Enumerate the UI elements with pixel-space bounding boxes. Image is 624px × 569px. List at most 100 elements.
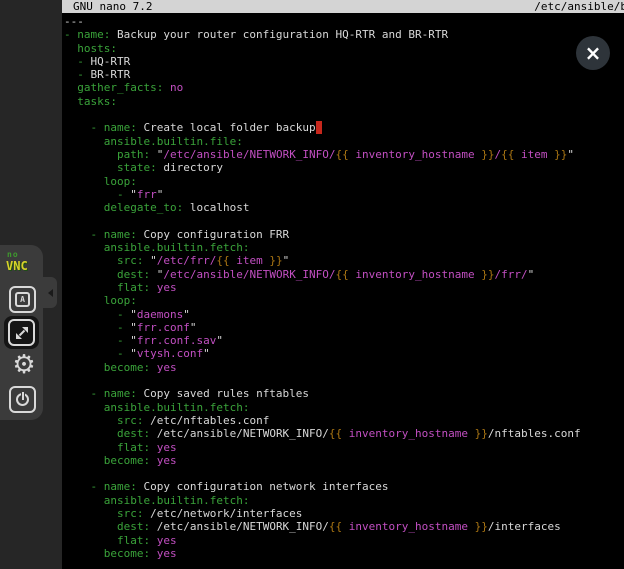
code-segment: daemons (137, 308, 183, 321)
vnc-sidebar-strip: no VNC A ⚙ (0, 0, 62, 569)
code-segment: }} (475, 520, 488, 533)
code-segment: /interfaces (488, 520, 561, 533)
code-segment (64, 454, 104, 467)
settings-button[interactable]: ⚙ (9, 350, 39, 380)
code-segment (64, 161, 117, 174)
power-button[interactable] (9, 386, 36, 413)
code-segment: inventory_hostname (349, 268, 481, 281)
editor-line: src: "/etc/frr/{{ item }}" (64, 254, 624, 267)
code-segment (64, 175, 104, 188)
editor-line: delegate_to: localhost (64, 201, 624, 214)
editor-line: - name: Copy configuration FRR (64, 228, 624, 241)
code-segment (64, 254, 117, 267)
code-segment: - (77, 68, 90, 81)
editor-line: become: yes (64, 454, 624, 467)
code-segment: /frr/ (495, 268, 528, 281)
editor-line: - "frr.conf.sav" (64, 334, 624, 347)
code-segment: /etc/frr/ (157, 254, 217, 267)
code-segment: " (150, 148, 163, 161)
code-segment: Copy configuration network interfaces (137, 480, 389, 493)
code-segment: yes (157, 361, 177, 374)
editor-line: hosts: (64, 42, 624, 55)
code-segment: " (130, 308, 137, 321)
vnc-terminal-screen[interactable]: GNU nano 7.2 /etc/ansible/b ---- name: B… (62, 0, 624, 569)
editor-line: dest: "/etc/ansible/NETWORK_INFO/{{ inve… (64, 268, 624, 281)
novnc-logo: no VNC (6, 250, 28, 273)
keyboard-a-icon: A (15, 292, 30, 307)
code-segment (64, 387, 91, 400)
code-segment: " (567, 148, 574, 161)
code-segment: }} (481, 148, 494, 161)
code-segment: yes (157, 441, 177, 454)
code-segment: frr.conf.sav (137, 334, 216, 347)
code-segment: {{ (329, 427, 342, 440)
code-segment: {{ (216, 254, 229, 267)
code-segment: {{ (501, 148, 514, 161)
code-segment: flat: (117, 441, 150, 454)
code-segment: - name: (91, 387, 137, 400)
code-segment (64, 135, 104, 148)
code-segment (64, 401, 104, 414)
code-segment (64, 95, 77, 108)
code-segment: }} (554, 148, 567, 161)
code-segment: Copy saved rules nftables (137, 387, 309, 400)
novnc-logo-no: no (7, 250, 28, 259)
code-segment (150, 281, 157, 294)
code-segment: yes (157, 281, 177, 294)
code-segment (64, 321, 117, 334)
editor-line: dest: /etc/ansible/NETWORK_INFO/{{ inven… (64, 427, 624, 440)
editor-line (64, 214, 624, 227)
code-segment: }} (475, 427, 488, 440)
code-segment: /etc/ansible/NETWORK_INFO/ (163, 148, 335, 161)
code-segment (64, 55, 77, 68)
editor-line: - name: Create local folder backup (64, 121, 624, 134)
code-segment: src: (117, 254, 144, 267)
editor-line: ansible.builtin.fetch: (64, 241, 624, 254)
code-segment: directory (157, 161, 223, 174)
code-segment: become: (104, 361, 150, 374)
editor-line: loop: (64, 294, 624, 307)
code-segment (64, 441, 117, 454)
nano-titlebar: GNU nano 7.2 /etc/ansible/b (62, 0, 624, 13)
code-segment: frr.conf (137, 321, 190, 334)
code-segment (64, 427, 117, 440)
fullscreen-arrows-icon (14, 325, 30, 341)
code-segment: item (514, 148, 554, 161)
code-segment: {{ (329, 520, 342, 533)
code-segment: localhost (183, 201, 249, 214)
code-segment: " (130, 188, 137, 201)
nano-version: GNU nano 7.2 (73, 0, 152, 13)
novnc-logo-vnc: VNC (6, 259, 28, 273)
fullscreen-button[interactable] (8, 319, 35, 346)
code-segment: - (117, 347, 130, 360)
code-segment: no (170, 81, 183, 94)
code-segment: BR-RTR (91, 68, 131, 81)
editor-line: loop: (64, 175, 624, 188)
code-segment: HQ-RTR (91, 55, 131, 68)
code-segment: /etc/ansible/NETWORK_INFO/ (163, 268, 335, 281)
panel-collapse-handle[interactable] (43, 277, 57, 308)
extra-keys-button[interactable]: A (9, 286, 36, 313)
code-segment: " (130, 347, 137, 360)
code-segment: inventory_hostname (342, 427, 474, 440)
editor-line: become: yes (64, 547, 624, 560)
editor-line: flat: yes (64, 281, 624, 294)
editor-line: src: /etc/network/interfaces (64, 507, 624, 520)
code-segment (64, 188, 117, 201)
code-segment: delegate_to: (104, 201, 183, 214)
code-segment: {{ (336, 148, 349, 161)
code-segment: tasks: (77, 95, 117, 108)
code-segment: become: (104, 454, 150, 467)
code-segment: - name: (91, 228, 137, 241)
gear-icon: ⚙ (12, 352, 35, 378)
code-segment (163, 81, 170, 94)
code-segment (64, 534, 117, 547)
code-segment (150, 441, 157, 454)
code-segment: vtysh.conf (137, 347, 203, 360)
editor-line (64, 374, 624, 387)
code-segment: " (190, 321, 197, 334)
close-button[interactable]: × (576, 36, 610, 70)
code-segment (64, 308, 117, 321)
text-cursor (316, 121, 323, 134)
code-segment: - name: (91, 480, 137, 493)
